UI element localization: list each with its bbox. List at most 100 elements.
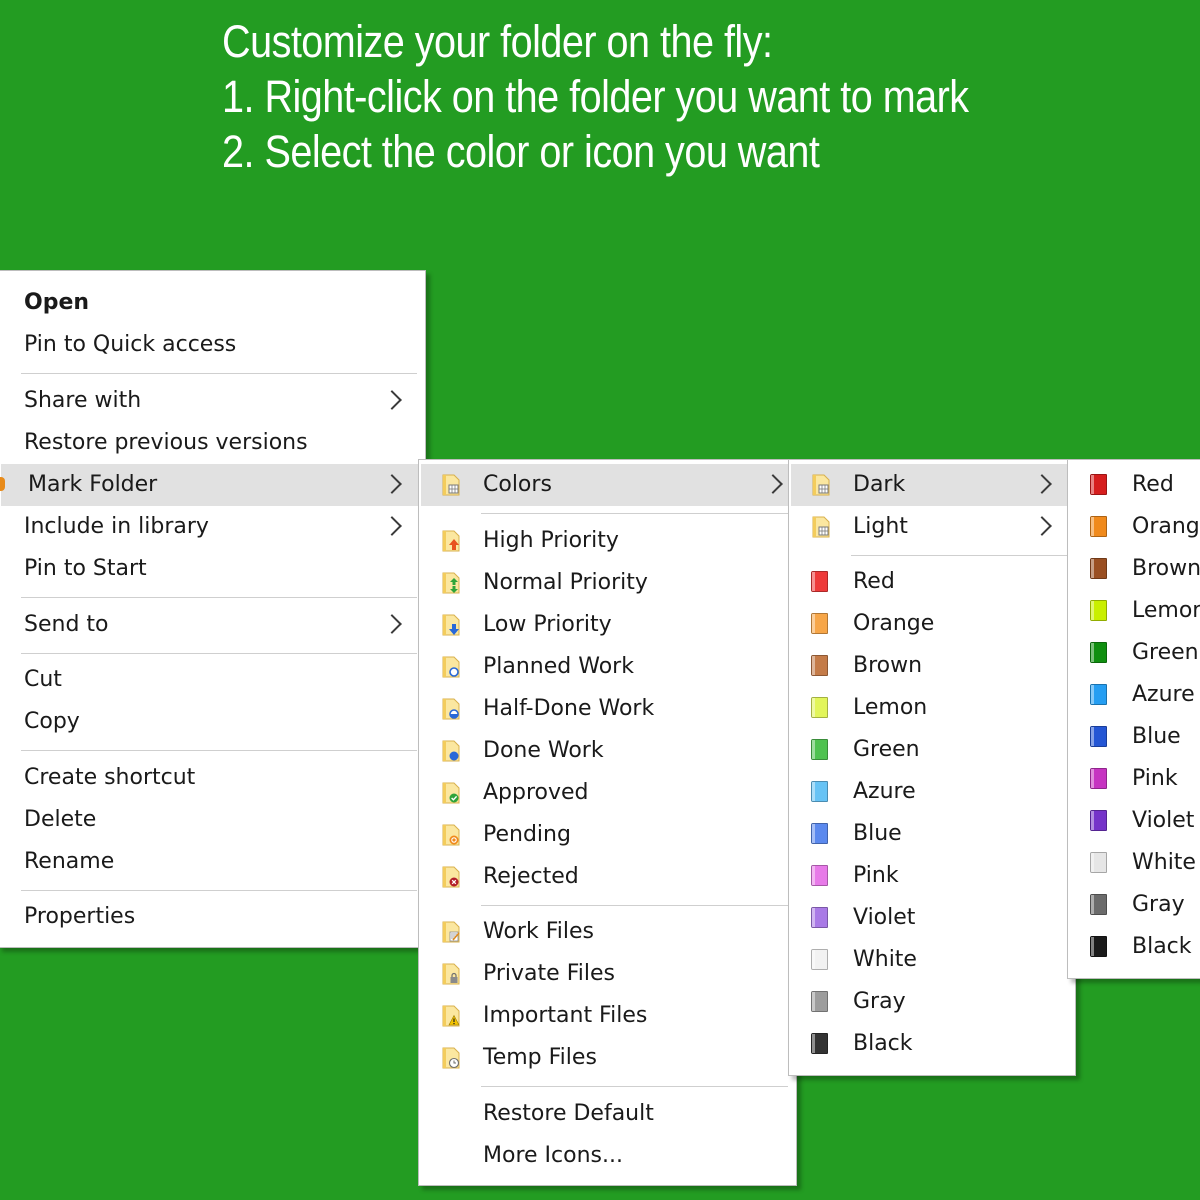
menu-item-create-shortcut[interactable]: Create shortcut	[0, 757, 425, 799]
menu-item-private-files[interactable]: Private Files	[419, 953, 796, 995]
pending-icon	[441, 824, 461, 846]
menu-item-cut[interactable]: Cut	[0, 659, 425, 701]
menu-item-open[interactable]: Open	[0, 282, 425, 324]
color-folder-icon	[1090, 474, 1107, 495]
folder-dark-icon	[811, 474, 831, 496]
menu-item-temp-files[interactable]: Temp Files	[419, 1037, 796, 1079]
color-item-azure[interactable]: Azure	[789, 771, 1075, 813]
color-item-green[interactable]: Green	[789, 729, 1075, 771]
color-item-pink[interactable]: Pink	[789, 855, 1075, 897]
clock-icon	[441, 1047, 461, 1069]
menu-item-label: Black	[853, 1031, 913, 1056]
menu-separator	[21, 890, 417, 891]
color-folder-icon	[1090, 558, 1107, 579]
color-folder-icon	[811, 823, 828, 844]
color-folder-icon	[811, 991, 828, 1012]
color-folder-icon	[1090, 810, 1107, 831]
color-item-orange[interactable]: Orange	[789, 603, 1075, 645]
menu-item-label: More Icons...	[483, 1143, 623, 1168]
menu-item-delete[interactable]: Delete	[0, 799, 425, 841]
color-item-brown[interactable]: Brown	[1068, 548, 1200, 590]
color-item-pink[interactable]: Pink	[1068, 758, 1200, 800]
color-item-blue[interactable]: Blue	[789, 813, 1075, 855]
menu-item-done-work[interactable]: Done Work	[419, 730, 796, 772]
menu-separator	[481, 905, 788, 906]
color-folder-icon	[1090, 726, 1107, 747]
color-item-lemon[interactable]: Lemon	[789, 687, 1075, 729]
color-item-blue[interactable]: Blue	[1068, 716, 1200, 758]
context-menu: Open Pin to Quick access Share with Rest…	[0, 270, 426, 948]
menu-item-colors[interactable]: Colors	[421, 464, 790, 506]
menu-item-low-priority[interactable]: Low Priority	[419, 604, 796, 646]
menu-item-label: Azure	[1132, 682, 1195, 707]
menu-item-label: Pin to Quick access	[24, 332, 237, 357]
color-item-brown[interactable]: Brown	[789, 645, 1075, 687]
menu-item-rename[interactable]: Rename	[0, 841, 425, 883]
menu-item-label: Done Work	[483, 738, 604, 763]
lock-icon	[441, 963, 461, 985]
color-item-gray[interactable]: Gray	[789, 981, 1075, 1023]
menu-item-mark-folder[interactable]: Mark Folder	[0, 464, 419, 506]
menu-item-label: Black	[1132, 934, 1192, 959]
menu-item-more-icons[interactable]: More Icons...	[419, 1135, 796, 1177]
color-folder-icon	[811, 739, 828, 760]
menu-item-properties[interactable]: Properties	[0, 896, 425, 938]
color-folder-icon	[811, 613, 828, 634]
menu-item-planned-work[interactable]: Planned Work	[419, 646, 796, 688]
color-item-white[interactable]: White	[789, 939, 1075, 981]
chevron-right-icon	[382, 516, 402, 536]
color-item-violet[interactable]: Violet	[1068, 800, 1200, 842]
menu-item-pin-quick-access[interactable]: Pin to Quick access	[0, 324, 425, 366]
folder-colors-icon	[441, 474, 461, 496]
color-item-orange[interactable]: Orange	[1068, 506, 1200, 548]
color-folder-icon	[811, 865, 828, 886]
menu-item-label: Green	[853, 737, 920, 762]
menu-item-restore-previous-versions[interactable]: Restore previous versions	[0, 422, 425, 464]
menu-item-send-to[interactable]: Send to	[0, 604, 425, 646]
menu-item-label: Half-Done Work	[483, 696, 655, 721]
menu-item-pending[interactable]: Pending	[419, 814, 796, 856]
color-folder-icon	[1090, 600, 1107, 621]
color-folder-icon	[811, 907, 828, 928]
menu-item-rejected[interactable]: Rejected	[419, 856, 796, 898]
menu-item-label: Include in library	[24, 514, 209, 539]
menu-item-work-files[interactable]: Work Files	[419, 911, 796, 953]
menu-item-dark[interactable]: Dark	[791, 464, 1069, 506]
menu-item-include-in-library[interactable]: Include in library	[0, 506, 425, 548]
menu-separator	[481, 1086, 788, 1087]
color-item-red[interactable]: Red	[789, 561, 1075, 603]
color-item-white[interactable]: White	[1068, 842, 1200, 884]
menu-item-label: Green	[1132, 640, 1199, 665]
color-item-red[interactable]: Red	[1068, 464, 1200, 506]
menu-item-approved[interactable]: Approved	[419, 772, 796, 814]
color-item-violet[interactable]: Violet	[789, 897, 1075, 939]
menu-item-pin-to-start[interactable]: Pin to Start	[0, 548, 425, 590]
menu-item-normal-priority[interactable]: Normal Priority	[419, 562, 796, 604]
chevron-right-icon	[1032, 474, 1052, 494]
menu-item-label: Approved	[483, 780, 589, 805]
menu-item-label: Properties	[24, 904, 136, 929]
menu-item-high-priority[interactable]: High Priority	[419, 520, 796, 562]
menu-item-half-done-work[interactable]: Half-Done Work	[419, 688, 796, 730]
color-item-green[interactable]: Green	[1068, 632, 1200, 674]
menu-item-copy[interactable]: Copy	[0, 701, 425, 743]
menu-item-label: Restore Default	[483, 1101, 654, 1126]
menu-item-share-with[interactable]: Share with	[0, 380, 425, 422]
color-item-black[interactable]: Black	[1068, 926, 1200, 968]
chevron-right-icon	[382, 390, 402, 410]
color-item-gray[interactable]: Gray	[1068, 884, 1200, 926]
menu-item-important-files[interactable]: Important Files	[419, 995, 796, 1037]
normal-priority-icon	[441, 572, 461, 594]
color-item-lemon[interactable]: Lemon	[1068, 590, 1200, 632]
menu-item-restore-default[interactable]: Restore Default	[419, 1093, 796, 1135]
color-folder-icon	[1090, 684, 1107, 705]
color-folder-icon	[811, 781, 828, 802]
menu-item-light[interactable]: Light	[789, 506, 1075, 548]
color-item-black[interactable]: Black	[789, 1023, 1075, 1065]
chevron-right-icon	[763, 474, 783, 494]
menu-item-label: White	[853, 947, 917, 972]
color-item-azure[interactable]: Azure	[1068, 674, 1200, 716]
menu-item-label: Work Files	[483, 919, 594, 944]
menu-item-label: Cut	[24, 667, 62, 692]
work-files-icon	[441, 921, 460, 943]
